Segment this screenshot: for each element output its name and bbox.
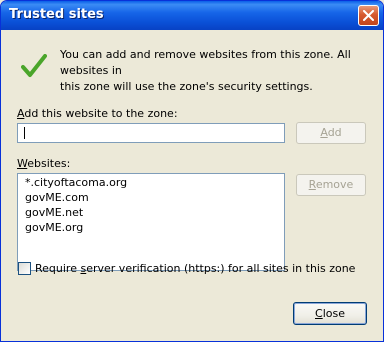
intro-text: You can add and remove websites from thi… xyxy=(60,47,378,95)
websites-label: Websites: xyxy=(17,157,71,170)
close-button[interactable]: Close xyxy=(293,302,367,325)
list-item[interactable]: *.cityoftacoma.org xyxy=(25,176,127,189)
require-verification-checkbox[interactable] xyxy=(18,262,31,275)
list-item[interactable]: govME.com xyxy=(25,191,89,204)
list-item[interactable]: govME.net xyxy=(25,206,83,219)
add-button[interactable]: Add xyxy=(296,122,366,144)
trusted-sites-dialog: Trusted sites You can add and remove web… xyxy=(0,0,384,342)
close-icon xyxy=(363,10,374,21)
intro-line-2: this zone will use the zone's security s… xyxy=(60,80,313,93)
add-website-label: Add this website to the zone: xyxy=(17,107,178,120)
dialog-body: You can add and remove websites from thi… xyxy=(4,30,380,338)
window-title: Trusted sites xyxy=(9,7,104,22)
list-item[interactable]: govME.org xyxy=(25,221,83,234)
add-website-input[interactable] xyxy=(17,123,285,143)
checkmark-icon xyxy=(21,54,47,77)
require-verification-label[interactable]: Require server verification (https:) for… xyxy=(35,262,355,275)
title-bar: Trusted sites xyxy=(1,1,383,30)
intro-line-1: You can add and remove websites from thi… xyxy=(60,48,351,77)
websites-list[interactable]: *.cityoftacoma.org govME.com govME.net g… xyxy=(17,173,285,271)
close-window-button[interactable] xyxy=(358,5,379,26)
text-caret xyxy=(24,127,25,139)
remove-button[interactable]: Remove xyxy=(296,174,366,196)
